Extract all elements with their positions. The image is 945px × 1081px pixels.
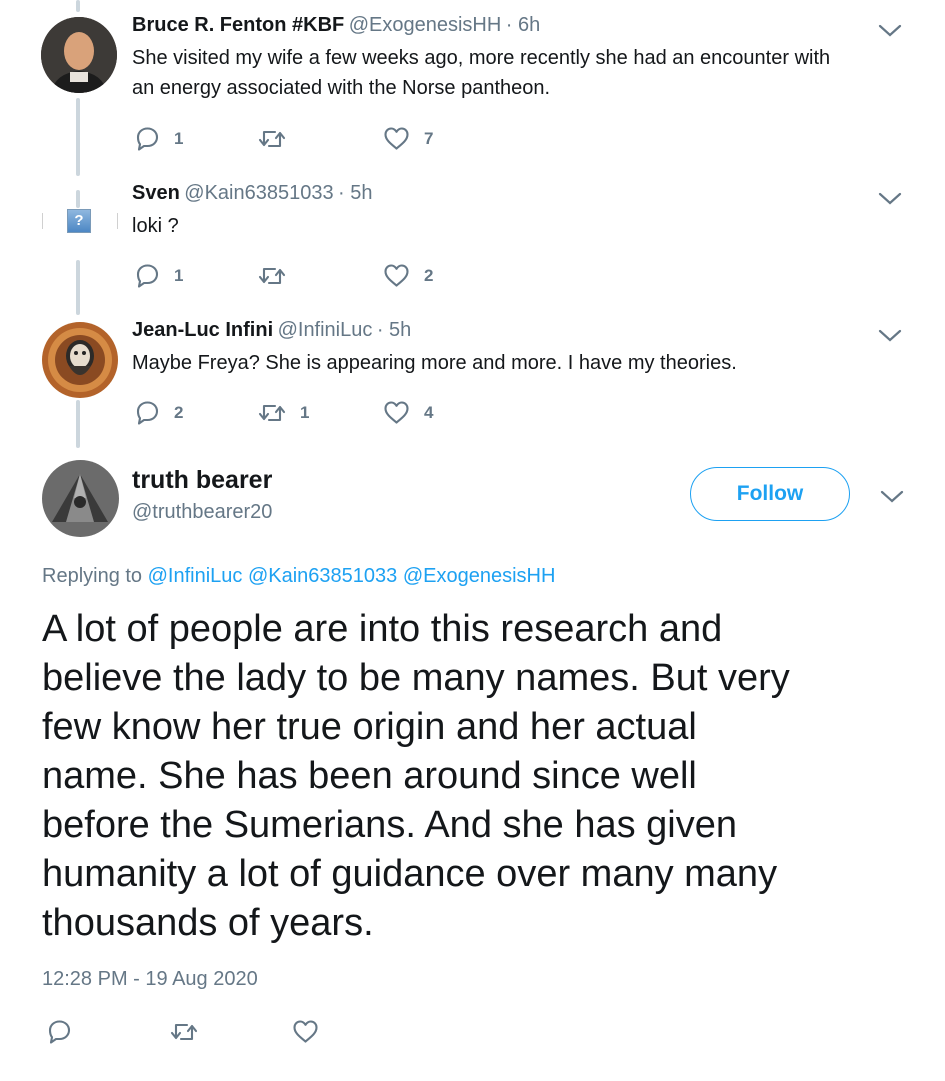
reply-button[interactable]: 1 <box>135 263 183 288</box>
avatar[interactable]: ? <box>42 206 118 236</box>
handle[interactable]: @truthbearer20 <box>132 501 272 524</box>
like-button[interactable]: 4 <box>383 400 433 425</box>
retweet-icon <box>258 404 286 422</box>
thread-line <box>76 98 80 176</box>
reply-count: 2 <box>174 402 184 422</box>
reply-icon <box>136 127 159 151</box>
like-button[interactable]: 7 <box>383 126 433 151</box>
avatar[interactable] <box>41 17 117 93</box>
retweet-icon <box>258 267 286 285</box>
like-icon <box>384 264 409 287</box>
tweet-text-line: Maybe Freya? She is appearing more and m… <box>132 352 737 374</box>
avatar[interactable] <box>42 322 118 398</box>
like-button[interactable]: 2 <box>383 263 433 288</box>
like-icon <box>384 401 409 424</box>
tweet-body-line: few know her true origin and her actual <box>42 706 697 748</box>
timestamp[interactable]: · 6h <box>506 14 540 36</box>
display-name[interactable]: Bruce R. Fenton #KBF <box>132 14 344 36</box>
display-name[interactable]: Jean-Luc Infini <box>132 319 273 341</box>
retweet-icon <box>258 130 286 148</box>
handle[interactable]: @ExogenesisHH <box>349 14 502 36</box>
like-icon[interactable] <box>292 1019 319 1044</box>
reply-button[interactable]: 1 <box>135 126 183 151</box>
chevron-down-icon[interactable] <box>877 327 903 345</box>
tweet-body: A lot of people are into this research a… <box>42 605 790 948</box>
display-name[interactable]: Sven <box>132 182 180 204</box>
timestamp[interactable]: · 5h <box>338 182 372 204</box>
replying-prefix: Replying to <box>42 565 143 587</box>
replying-to: Replying to @InfiniLuc @Kain63851033 @Ex… <box>42 565 555 588</box>
reply-button[interactable]: 2 <box>135 400 183 425</box>
retweet-button[interactable] <box>258 265 300 287</box>
handle[interactable]: @Kain63851033 <box>184 182 333 204</box>
broken-image-icon: ? <box>67 209 91 233</box>
tweet-body-line: A lot of people are into this research a… <box>42 608 723 650</box>
tweet-text-line: She visited my wife a few weeks ago, mor… <box>132 47 831 69</box>
like-count: 4 <box>424 402 434 422</box>
tweet-text-line: loki ? <box>132 215 179 237</box>
retweet-icon[interactable] <box>170 1021 198 1043</box>
reply-count: 1 <box>174 265 184 285</box>
thread-line <box>76 260 80 315</box>
chevron-down-icon[interactable] <box>877 190 903 208</box>
tweet-body-line: thousands of years. <box>42 902 374 944</box>
like-icon <box>384 127 409 150</box>
like-count: 7 <box>424 128 434 148</box>
tweet-body-line: name. She has been around since well <box>42 755 697 797</box>
retweet-button[interactable] <box>258 128 300 150</box>
handle[interactable]: @InfiniLuc <box>278 319 373 341</box>
tweet-body-line: before the Sumerians. And she has given <box>42 804 738 846</box>
avatar[interactable] <box>42 460 119 537</box>
display-name[interactable]: truth bearer <box>132 466 272 495</box>
tweet-text-line: an energy associated with the Norse pant… <box>132 77 551 99</box>
reply-icon <box>136 264 159 288</box>
like-count: 2 <box>424 265 434 285</box>
reply-icon[interactable] <box>47 1019 72 1044</box>
thread-line <box>76 400 80 448</box>
chevron-down-icon[interactable] <box>879 488 905 506</box>
retweet-button[interactable]: 1 <box>258 402 309 424</box>
reply-icon <box>136 401 159 425</box>
thread-line <box>76 0 80 12</box>
reply-count: 1 <box>174 128 184 148</box>
chevron-down-icon[interactable] <box>877 22 903 40</box>
tweet-body-line: humanity a lot of guidance over many man… <box>42 853 778 895</box>
timestamp[interactable]: · 5h <box>377 319 411 341</box>
tweet-body-line: believe the lady to be many names. But v… <box>42 657 790 699</box>
replying-to-links[interactable]: @InfiniLuc @Kain63851033 @ExogenesisHH <box>148 565 556 587</box>
retweet-count: 1 <box>300 403 310 422</box>
follow-button[interactable]: Follow <box>690 467 850 521</box>
tweet-timestamp[interactable]: 12:28 PM - 19 Aug 2020 <box>42 968 258 991</box>
